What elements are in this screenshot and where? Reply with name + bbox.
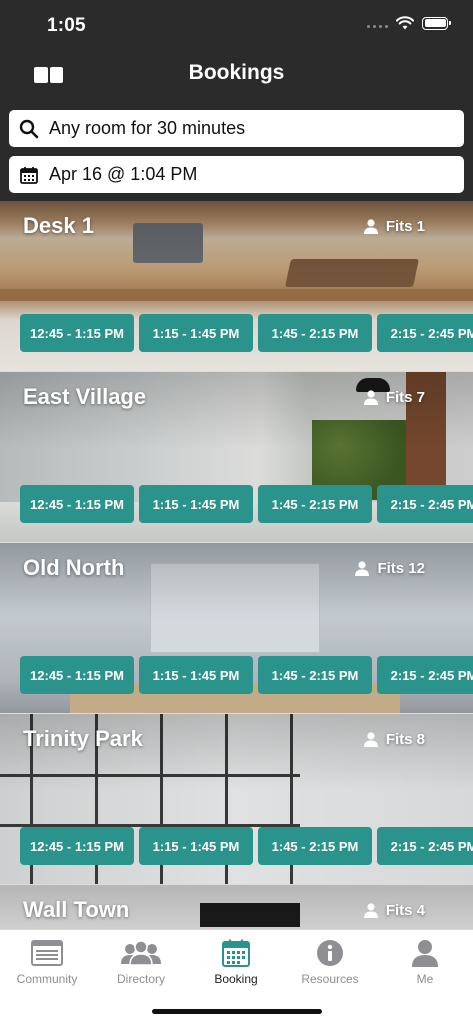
room-card-wall-town[interactable]: Wall Town Fits 4 (0, 885, 473, 929)
time-slot-button[interactable]: 12:45 - 1:15 PM (20, 314, 134, 352)
room-capacity-text: Fits 7 (385, 389, 425, 406)
community-icon (31, 940, 63, 966)
status-icons (367, 16, 451, 30)
time-slot-button[interactable]: 1:15 - 1:45 PM (139, 314, 253, 352)
tab-resources[interactable]: Resources (283, 936, 377, 986)
room-name: Desk 1 (23, 213, 94, 238)
time-slot-button[interactable]: 2:15 - 2:45 PM (377, 485, 473, 523)
room-name: Old North (23, 555, 125, 580)
date-time-text: Apr 16 @ 1:04 PM (49, 164, 198, 184)
directory-icon (121, 940, 161, 966)
person-icon (363, 219, 378, 234)
time-slot-button[interactable]: 1:15 - 1:45 PM (139, 656, 253, 694)
person-icon (355, 561, 370, 576)
room-card-old-north[interactable]: Old North Fits 12 12:45 - 1:15 PM 1:15 -… (0, 543, 473, 714)
time-slot-button[interactable]: 1:45 - 2:15 PM (258, 314, 372, 352)
time-slot-button[interactable]: 1:15 - 1:45 PM (139, 827, 253, 865)
room-capacity-text: Fits 8 (385, 731, 425, 748)
room-capacity: Fits 8 (363, 731, 425, 748)
tab-community[interactable]: Community (0, 936, 94, 986)
home-indicator (152, 1009, 322, 1014)
search-icon (9, 119, 49, 139)
room-capacity-text: Fits 4 (385, 902, 425, 919)
time-slot-button[interactable]: 1:45 - 2:15 PM (258, 656, 372, 694)
page-title: Bookings (188, 61, 285, 84)
time-slot-button[interactable]: 2:15 - 2:45 PM (377, 827, 473, 865)
status-time: 1:05 (47, 15, 86, 36)
top-bar: 1:05 Bookings (0, 0, 473, 101)
time-slot-button[interactable]: 12:45 - 1:15 PM (20, 827, 134, 865)
time-slot-button[interactable]: 1:15 - 1:45 PM (139, 485, 253, 523)
tab-label: Booking (214, 972, 258, 986)
tab-booking[interactable]: Booking (189, 936, 283, 986)
tab-label: Community (16, 972, 78, 986)
room-name: Wall Town (23, 897, 130, 922)
info-icon (317, 940, 343, 966)
tab-label: Me (416, 972, 434, 986)
tab-directory[interactable]: Directory (94, 936, 188, 986)
room-list: Desk 1 Fits 1 12:45 - 1:15 PM 1:15 - 1:4… (0, 201, 473, 929)
room-capacity: Fits 7 (363, 389, 425, 406)
wifi-icon (396, 16, 414, 30)
room-capacity-text: Fits 1 (385, 218, 425, 235)
calendar-icon (222, 939, 250, 967)
person-icon (363, 903, 378, 918)
date-time-filter[interactable]: Apr 16 @ 1:04 PM (9, 156, 464, 193)
person-icon (363, 390, 378, 405)
room-card-desk-1[interactable]: Desk 1 Fits 1 12:45 - 1:15 PM 1:15 - 1:4… (0, 201, 473, 372)
tab-label: Directory (116, 972, 165, 986)
signal-icon (367, 18, 388, 28)
room-duration-filter[interactable]: Any room for 30 minutes (9, 110, 464, 147)
room-capacity: Fits 1 (363, 218, 425, 235)
room-capacity-text: Fits 12 (377, 560, 425, 577)
person-icon (363, 732, 378, 747)
time-slot-row: 12:45 - 1:15 PM 1:15 - 1:45 PM 1:45 - 2:… (20, 485, 473, 523)
time-slot-button[interactable]: 1:45 - 2:15 PM (258, 485, 372, 523)
room-card-east-village[interactable]: East Village Fits 7 12:45 - 1:15 PM 1:15… (0, 372, 473, 543)
filter-panel: Any room for 30 minutes Apr 16 @ 1:04 PM (0, 101, 473, 201)
room-capacity: Fits 4 (363, 902, 425, 919)
time-slot-button[interactable]: 12:45 - 1:15 PM (20, 485, 134, 523)
person-icon (412, 940, 438, 967)
room-name: Trinity Park (23, 726, 143, 751)
time-slot-button[interactable]: 12:45 - 1:15 PM (20, 656, 134, 694)
battery-icon (422, 16, 451, 30)
tab-me[interactable]: Me (378, 936, 472, 986)
time-slot-button[interactable]: 2:15 - 2:45 PM (377, 314, 473, 352)
room-capacity: Fits 12 (355, 560, 425, 577)
room-card-trinity-park[interactable]: Trinity Park Fits 8 12:45 - 1:15 PM 1:15… (0, 714, 473, 885)
room-duration-text: Any room for 30 minutes (49, 118, 246, 138)
time-slot-row: 12:45 - 1:15 PM 1:15 - 1:45 PM 1:45 - 2:… (20, 827, 473, 865)
tab-label: Resources (301, 972, 359, 986)
time-slot-button[interactable]: 1:45 - 2:15 PM (258, 827, 372, 865)
calendar-icon (9, 165, 49, 185)
time-slot-row: 12:45 - 1:15 PM 1:15 - 1:45 PM 1:45 - 2:… (20, 656, 473, 694)
room-name: East Village (23, 384, 147, 409)
time-slot-row: 12:45 - 1:15 PM 1:15 - 1:45 PM 1:45 - 2:… (20, 314, 473, 352)
time-slot-button[interactable]: 2:15 - 2:45 PM (377, 656, 473, 694)
